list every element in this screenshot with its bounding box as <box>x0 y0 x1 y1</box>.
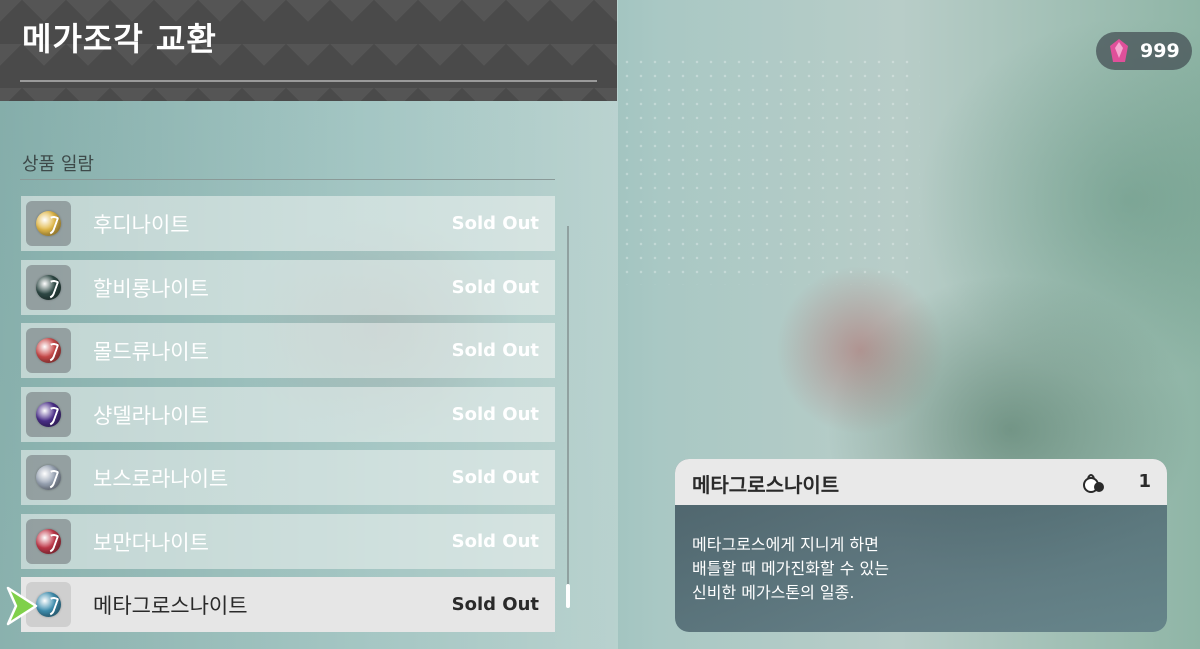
item-icon-box <box>26 391 71 437</box>
item-name: 할비롱나이트 <box>93 276 209 301</box>
page-title: 메가조각 교환 <box>22 20 217 58</box>
item-icon-box <box>26 201 71 246</box>
list-item[interactable]: 샹델라나이트 Sold Out <box>21 386 555 442</box>
currency-amount: 999 <box>1140 40 1180 62</box>
detail-item-name: 메타그로스나이트 <box>692 473 840 497</box>
list-item[interactable]: 보만다나이트 Sold Out <box>21 513 555 569</box>
item-status: Sold Out <box>451 594 539 615</box>
item-status: Sold Out <box>451 403 539 425</box>
mega-stone-icon <box>36 465 61 490</box>
bag-icon <box>1083 474 1104 493</box>
description-line: 배틀할 때 메가진화할 수 있는 <box>692 559 889 578</box>
currency-badge: 999 <box>1096 32 1192 70</box>
scrollbar-thumb[interactable] <box>566 584 570 608</box>
mega-stone-icon <box>36 401 61 427</box>
mega-stone-icon <box>36 211 61 236</box>
item-status: Sold Out <box>451 213 539 234</box>
background-dot-pattern <box>620 55 920 285</box>
item-icon-box <box>26 328 71 373</box>
list-item[interactable]: 후디나이트 Sold Out <box>21 196 555 251</box>
item-status: Sold Out <box>451 530 539 552</box>
item-status: Sold Out <box>451 467 539 488</box>
item-status: Sold Out <box>451 340 539 361</box>
item-name: 보만다나이트 <box>93 530 209 555</box>
item-icon-box <box>26 264 71 310</box>
item-name: 보스로라나이트 <box>93 467 229 491</box>
selection-cursor-icon <box>6 586 38 626</box>
scrollbar-track[interactable] <box>567 226 569 606</box>
item-icon-box <box>26 518 71 564</box>
description-line: 신비한 메가스톤의 일종. <box>692 583 855 602</box>
description-line: 메타그로스에게 지니게 하면 <box>692 535 879 554</box>
item-name: 몰드류나이트 <box>93 340 209 364</box>
section-title: 상품 일람 <box>22 154 94 175</box>
mega-shard-icon <box>1110 39 1128 62</box>
list-item-selected[interactable]: 메타그로스나이트 Sold Out <box>21 577 555 632</box>
mega-stone-icon <box>36 274 61 300</box>
item-icon-box <box>26 455 71 500</box>
section-divider <box>20 179 555 180</box>
detail-header: 메타그로스나이트 1 <box>675 459 1167 505</box>
item-name: 후디나이트 <box>93 213 190 237</box>
item-status: Sold Out <box>451 276 539 298</box>
header-bar: 메가조각 교환 <box>0 0 617 101</box>
item-name: 샹델라나이트 <box>93 403 209 428</box>
detail-item-count: 1 <box>1138 471 1151 492</box>
list-item[interactable]: 할비롱나이트 Sold Out <box>21 259 555 315</box>
item-detail-panel: 메타그로스나이트 1 메타그로스에게 지니게 하면 배틀할 때 메가진화할 수 … <box>675 459 1167 632</box>
list-item[interactable]: 보스로라나이트 Sold Out <box>21 450 555 505</box>
header-divider <box>20 80 597 82</box>
item-list: 후디나이트 Sold Out 할비롱나이트 Sold Out 몰드류나이트 So… <box>21 196 555 641</box>
mega-stone-icon <box>36 338 61 363</box>
mega-stone-icon <box>36 528 61 554</box>
detail-description: 메타그로스에게 지니게 하면 배틀할 때 메가진화할 수 있는 신비한 메가스톤… <box>692 533 889 605</box>
list-item[interactable]: 몰드류나이트 Sold Out <box>21 323 555 378</box>
item-name: 메타그로스나이트 <box>93 594 248 618</box>
